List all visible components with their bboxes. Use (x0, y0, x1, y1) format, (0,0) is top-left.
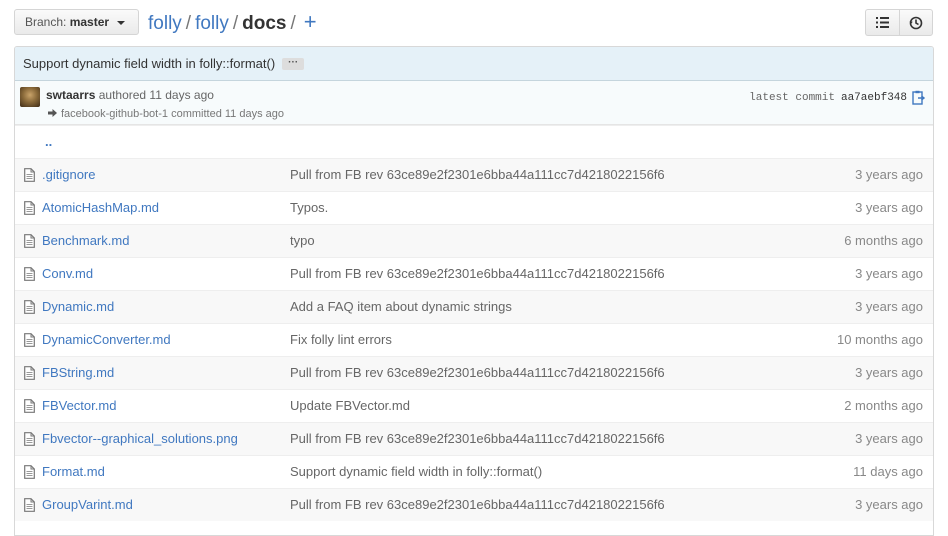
breadcrumb-separator: / (290, 13, 296, 34)
breadcrumb-folder-link[interactable]: folly (195, 13, 229, 34)
history-icon (909, 16, 923, 29)
file-text-icon (24, 168, 35, 185)
file-name-link[interactable]: AtomicHashMap.md (42, 192, 159, 224)
file-commit-message-link[interactable]: typo (290, 225, 315, 257)
avatar[interactable] (20, 87, 40, 107)
file-row[interactable]: DynamicConverter.md Fix folly lint error… (15, 323, 933, 356)
file-name-link[interactable]: Conv.md (42, 258, 93, 290)
history-button[interactable] (899, 9, 933, 36)
file-name-link[interactable]: GroupVarint.md (42, 489, 133, 521)
file-text-icon (24, 201, 35, 218)
file-commit-message-link[interactable]: Pull from FB rev 63ce89e2f2301e6bba44a11… (290, 357, 665, 389)
file-name-link[interactable]: .gitignore (42, 159, 95, 191)
file-name-link[interactable]: FBString.md (42, 357, 114, 389)
branch-selector-button[interactable]: Branch: master (14, 9, 139, 35)
file-commit-message-link[interactable]: Pull from FB rev 63ce89e2f2301e6bba44a11… (290, 159, 665, 191)
file-name-link[interactable]: Benchmark.md (42, 225, 129, 257)
file-browser: Support dynamic field width in folly::fo… (14, 46, 934, 536)
branch-name: master (69, 15, 110, 29)
file-age: 3 years ago (855, 266, 923, 281)
file-row[interactable]: Fbvector--graphical_solutions.png Pull f… (15, 422, 933, 455)
authored-text: authored 11 days ago (98, 88, 214, 102)
file-name-link[interactable]: Format.md (42, 456, 105, 488)
file-row[interactable]: GroupVarint.md Pull from FB rev 63ce89e2… (15, 488, 933, 521)
commit-message-link[interactable]: Support dynamic field width in folly::fo… (23, 56, 275, 71)
file-row[interactable]: Benchmark.md typo 6 months ago (15, 224, 933, 257)
file-text-icon (24, 333, 35, 350)
file-age: 2 months ago (844, 398, 923, 413)
file-name-link[interactable]: Dynamic.md (42, 291, 114, 323)
branch-prefix: Branch: (25, 15, 67, 29)
clipboard-icon[interactable] (911, 90, 925, 105)
commit-meta: swtaarrs authored 11 days ago facebook-g… (15, 81, 933, 125)
view-toolbar (865, 9, 934, 36)
file-age: 3 years ago (855, 497, 923, 512)
committer-line: facebook-github-bot-1 committed 11 days … (48, 108, 284, 120)
file-text-icon (24, 498, 35, 515)
latest-commit-info: latest commit aa7aebf348 (749, 90, 925, 105)
top-bar: Branch: master folly / folly / docs / + (0, 0, 948, 46)
new-file-button[interactable]: + (304, 9, 317, 34)
file-commit-message-link[interactable]: Support dynamic field width in folly::fo… (290, 456, 542, 488)
parent-directory-row[interactable]: .. (15, 125, 933, 158)
file-row[interactable]: AtomicHashMap.md Typos. 3 years ago (15, 191, 933, 224)
file-text-icon (24, 300, 35, 317)
file-age: 3 years ago (855, 299, 923, 314)
file-age: 10 months ago (836, 332, 923, 347)
file-commit-message-link[interactable]: Pull from FB rev 63ce89e2f2301e6bba44a11… (290, 423, 665, 455)
author-line: swtaarrs authored 11 days ago (46, 88, 214, 102)
file-age: 6 months ago (844, 233, 923, 248)
chevron-down-icon (117, 20, 126, 25)
author-link[interactable]: swtaarrs (46, 88, 95, 102)
expand-commit-button[interactable]: ··· (282, 57, 305, 70)
latest-commit-bar: Support dynamic field width in folly::fo… (15, 47, 933, 81)
file-commit-message-link[interactable]: Fix folly lint errors (290, 324, 392, 356)
file-name-link[interactable]: FBVector.md (42, 390, 116, 422)
file-age: 3 years ago (855, 431, 923, 446)
list-view-button[interactable] (865, 9, 899, 36)
file-commit-message-link[interactable]: Pull from FB rev 63ce89e2f2301e6bba44a11… (290, 258, 665, 290)
file-commit-message-link[interactable]: Update FBVector.md (290, 390, 410, 422)
file-text-icon (24, 399, 35, 416)
arrow-right-icon (48, 109, 57, 120)
file-row[interactable]: Conv.md Pull from FB rev 63ce89e2f2301e6… (15, 257, 933, 290)
file-commit-message-link[interactable]: Pull from FB rev 63ce89e2f2301e6bba44a11… (290, 489, 665, 521)
file-text-icon (24, 432, 35, 449)
file-name-link[interactable]: DynamicConverter.md (42, 324, 171, 356)
breadcrumb-repo-link[interactable]: folly (148, 13, 182, 34)
breadcrumb: folly / folly / docs / + (148, 9, 317, 35)
file-text-icon (24, 465, 35, 482)
breadcrumb-separator: / (185, 13, 192, 34)
file-row[interactable]: Format.md Support dynamic field width in… (15, 455, 933, 488)
breadcrumb-separator: / (232, 13, 239, 34)
file-text-icon (24, 234, 35, 251)
list-icon (876, 17, 889, 28)
breadcrumb-current: docs (242, 13, 287, 34)
file-age: 3 years ago (855, 365, 923, 380)
file-commit-message-link[interactable]: Typos. (290, 192, 328, 224)
file-list: .gitignore Pull from FB rev 63ce89e2f230… (15, 158, 933, 521)
committer-text: facebook-github-bot-1 committed 11 days … (61, 108, 284, 120)
file-age: 3 years ago (855, 200, 923, 215)
file-text-icon (24, 267, 35, 284)
parent-directory-link[interactable]: .. (45, 126, 52, 158)
file-text-icon (24, 366, 35, 383)
file-row[interactable]: FBVector.md Update FBVector.md 2 months … (15, 389, 933, 422)
file-row[interactable]: Dynamic.md Add a FAQ item about dynamic … (15, 290, 933, 323)
file-name-link[interactable]: Fbvector--graphical_solutions.png (42, 423, 238, 455)
file-row[interactable]: FBString.md Pull from FB rev 63ce89e2f23… (15, 356, 933, 389)
file-commit-message-link[interactable]: Add a FAQ item about dynamic strings (290, 291, 512, 323)
file-row[interactable]: .gitignore Pull from FB rev 63ce89e2f230… (15, 158, 933, 191)
commit-sha-link[interactable]: aa7aebf348 (841, 92, 907, 104)
file-age: 3 years ago (855, 167, 923, 182)
latest-commit-label: latest commit (749, 91, 835, 104)
file-age: 11 days ago (853, 464, 923, 479)
